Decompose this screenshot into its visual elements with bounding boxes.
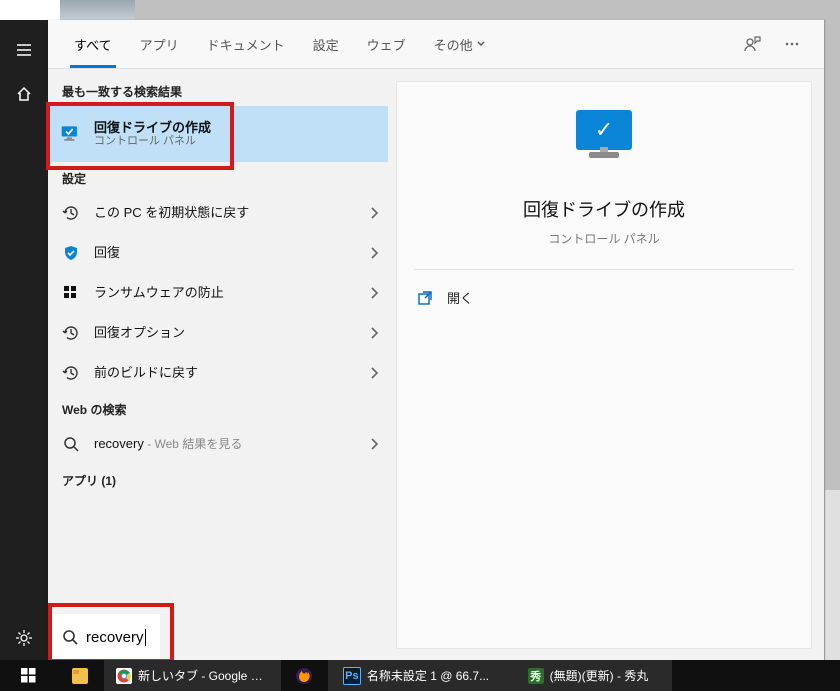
check-icon: ✓ — [595, 119, 613, 141]
preview-pane: ✓ 回復ドライブの作成 コントロール パネル 開く — [396, 81, 812, 649]
windows-icon — [21, 668, 36, 683]
result-title: 前のビルドに戻す — [94, 365, 358, 381]
result-subtitle: コントロール パネル — [94, 135, 378, 148]
group-settings: 設定 — [48, 162, 388, 193]
hamburger-icon — [15, 41, 33, 59]
search-icon — [60, 433, 82, 455]
taskbar-photoshop-label: 名称未設定 1 @ 66.7... — [367, 667, 489, 684]
tab-more-label: その他 — [434, 35, 473, 54]
history-icon — [60, 322, 82, 344]
result-title: 回復オプション — [94, 325, 358, 341]
tab-apps[interactable]: アプリ — [126, 20, 193, 68]
chevron-right-icon — [370, 327, 378, 339]
search-query-text: recovery — [86, 629, 146, 646]
start-rail — [0, 20, 48, 660]
preview-subtitle: コントロール パネル — [548, 230, 659, 247]
result-recovery-drive[interactable]: 回復ドライブの作成 コントロール パネル — [48, 106, 388, 162]
start-button[interactable] — [0, 660, 57, 691]
taskbar-chrome-label: 新しいタブ - Google Ch... — [138, 667, 268, 684]
chevron-right-icon — [370, 438, 378, 450]
rail-hamburger-button[interactable] — [0, 28, 48, 72]
results-list: 最も一致する検索結果 回復ドライブの作成 コントロール パネル 設定 この PC… — [48, 69, 388, 661]
gear-icon — [15, 629, 33, 647]
tab-documents[interactable]: ドキュメント — [193, 20, 299, 68]
photoshop-icon: Ps — [343, 667, 361, 685]
taskbar-firefox[interactable] — [281, 660, 328, 691]
firefox-icon — [296, 668, 312, 684]
search-popup: すべて アプリ ドキュメント 設定 ウェブ その他 最も一致する検索結果 — [48, 20, 825, 660]
web-query: recovery — [94, 436, 144, 451]
tab-more[interactable]: その他 — [420, 20, 499, 68]
tab-all[interactable]: すべて — [60, 20, 126, 68]
preview-title: 回復ドライブの作成 — [523, 196, 685, 222]
shield-icon — [60, 242, 82, 264]
search-icon — [62, 629, 78, 645]
result-title: recovery - Web 結果を見る — [94, 436, 358, 452]
monitor-check-icon — [60, 123, 82, 145]
taskbar-explorer[interactable] — [57, 660, 104, 691]
person-feedback-icon — [743, 35, 761, 53]
group-best-match: 最も一致する検索結果 — [48, 75, 388, 106]
preview-open-label: 開く — [447, 288, 473, 307]
result-previous-build[interactable]: 前のビルドに戻す — [48, 353, 388, 393]
chevron-down-icon — [477, 40, 485, 48]
explorer-icon — [72, 668, 88, 684]
hidemaru-icon: 秀 — [528, 668, 544, 684]
taskbar-photoshop[interactable]: Ps 名称未設定 1 @ 66.7... — [328, 660, 505, 691]
result-title: ランサムウェアの防止 — [94, 285, 358, 301]
home-icon — [15, 85, 33, 103]
web-suffix: - Web 結果を見る — [144, 437, 242, 451]
ellipsis-icon — [783, 35, 801, 53]
result-title: 回復ドライブの作成 — [94, 120, 378, 136]
result-reset-pc[interactable]: この PC を初期状態に戻す — [48, 193, 388, 233]
chevron-right-icon — [370, 247, 378, 259]
group-apps: アプリ (1) — [48, 464, 388, 495]
chevron-right-icon — [370, 367, 378, 379]
group-web: Web の検索 — [48, 393, 388, 424]
preview-open-action[interactable]: 開く — [397, 270, 493, 325]
rail-home-button[interactable] — [0, 72, 48, 116]
taskbar-hidemaru-label: (無題)(更新) - 秀丸 — [550, 667, 649, 684]
result-recovery[interactable]: 回復 — [48, 233, 388, 273]
taskbar: 新しいタブ - Google Ch... Ps 名称未設定 1 @ 66.7..… — [0, 660, 840, 691]
result-title: この PC を初期状態に戻す — [94, 205, 358, 221]
rail-settings-button[interactable] — [0, 616, 48, 660]
feedback-button[interactable] — [732, 20, 772, 68]
result-recovery-options[interactable]: 回復オプション — [48, 313, 388, 353]
chrome-icon — [116, 668, 132, 684]
result-ransomware[interactable]: ランサムウェアの防止 — [48, 273, 388, 313]
preview-app-icon: ✓ — [564, 110, 644, 170]
taskbar-hidemaru[interactable]: 秀 (無題)(更新) - 秀丸 — [505, 660, 672, 691]
result-title: 回復 — [94, 245, 358, 261]
history-icon — [60, 362, 82, 384]
background-scrollbar — [824, 490, 840, 660]
chevron-right-icon — [370, 287, 378, 299]
grid-shield-icon — [60, 282, 82, 304]
search-tabs: すべて アプリ ドキュメント 設定 ウェブ その他 — [48, 20, 824, 69]
tab-web[interactable]: ウェブ — [353, 20, 420, 68]
chevron-right-icon — [370, 207, 378, 219]
tab-settings[interactable]: 設定 — [299, 20, 353, 68]
desktop-frag — [0, 0, 60, 20]
result-web-search[interactable]: recovery - Web 結果を見る — [48, 424, 388, 464]
open-icon — [417, 290, 433, 306]
more-options-button[interactable] — [772, 20, 812, 68]
taskbar-chrome[interactable]: 新しいタブ - Google Ch... — [104, 660, 281, 691]
desktop-frag — [60, 0, 135, 20]
history-icon — [60, 202, 82, 224]
search-input[interactable]: recovery — [52, 614, 160, 660]
